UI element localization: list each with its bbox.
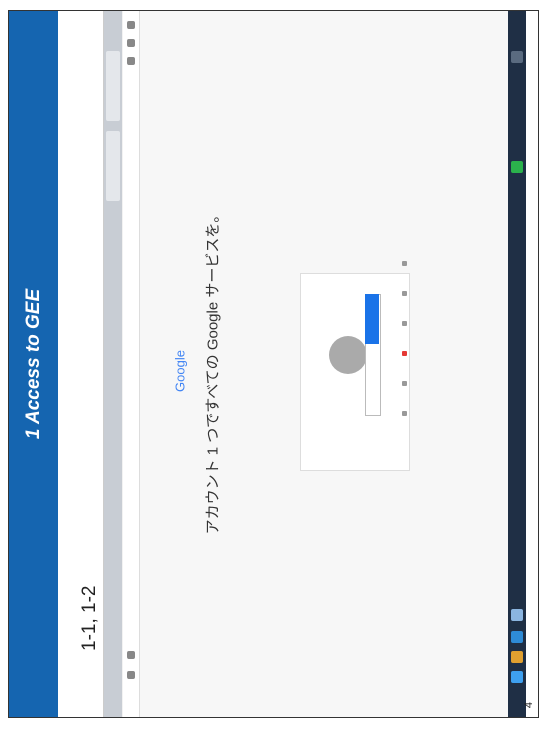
footer-link bbox=[402, 261, 407, 266]
next-button bbox=[365, 294, 379, 344]
footer-link bbox=[402, 411, 407, 416]
star-icon bbox=[127, 651, 135, 659]
menu-icon bbox=[127, 671, 135, 679]
title-band: 1 Access to GEE bbox=[9, 11, 58, 717]
browser-tab bbox=[106, 131, 120, 201]
slide: 1 Access to GEE 1-1, 1-2 Google アカウント 1 … bbox=[8, 10, 539, 718]
browser-icon bbox=[511, 631, 523, 643]
page-number: 4 bbox=[522, 701, 535, 709]
browser-tab-bar bbox=[104, 11, 122, 717]
footer-link bbox=[402, 381, 407, 386]
browser-tab bbox=[106, 51, 120, 121]
back-icon bbox=[127, 21, 135, 29]
reload-icon bbox=[127, 57, 135, 65]
clock-icon bbox=[511, 51, 523, 63]
slide-subtitle: 1-1, 1-2 bbox=[79, 585, 100, 651]
explorer-icon bbox=[511, 651, 523, 663]
signin-headline: アカウント 1 つですべての Google サービスを。 bbox=[204, 207, 222, 535]
footer-link bbox=[402, 321, 407, 326]
google-signin-page: Google アカウント 1 つですべての Google サービスを。 bbox=[140, 11, 508, 717]
footer-link bbox=[402, 351, 407, 356]
windows-taskbar bbox=[508, 11, 526, 717]
avatar bbox=[329, 336, 367, 374]
app-icon bbox=[511, 609, 523, 621]
browser-url-bar bbox=[123, 11, 140, 717]
embedded-browser-screenshot: Google アカウント 1 つですべての Google サービスを。 bbox=[103, 11, 526, 717]
footer-links bbox=[402, 261, 408, 471]
start-icon bbox=[511, 671, 523, 683]
forward-icon bbox=[127, 39, 135, 47]
tray-icon bbox=[511, 161, 523, 173]
google-logo: Google bbox=[172, 350, 188, 392]
signin-card bbox=[300, 273, 410, 471]
slide-title: 1 Access to GEE bbox=[22, 288, 44, 440]
footer-link bbox=[402, 291, 407, 296]
